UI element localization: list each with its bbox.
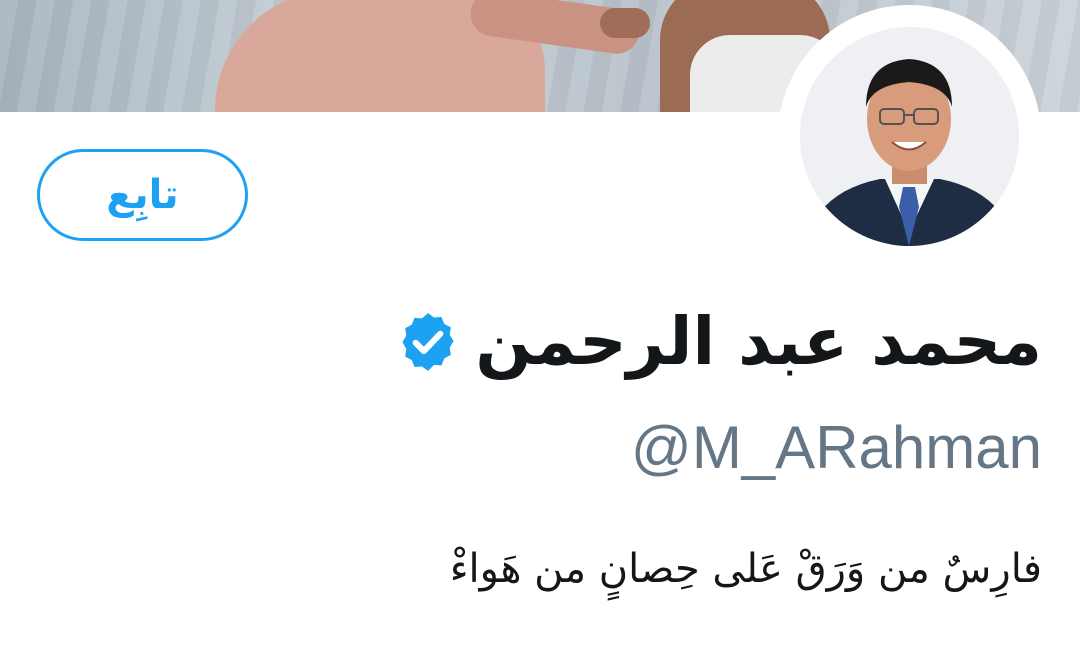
display-name: محمد عبد الرحمن [475,303,1042,380]
profile-handle: @M_ARahman [630,414,1042,481]
profile-page: تابِع محمد عبد الرحمن @M_ARahman فارِسٌ … [0,0,1080,645]
profile-bio: فارِسٌ من وَرَقْ عَلى حِصانٍ من هَواءْ [449,546,1042,592]
banner-hand [600,8,650,38]
avatar-portrait [800,27,1019,246]
follow-button[interactable]: تابِع [37,149,248,241]
verified-badge-icon [402,313,454,371]
avatar[interactable] [800,27,1019,246]
profile-name-row: محمد عبد الرحمن [395,292,1042,392]
